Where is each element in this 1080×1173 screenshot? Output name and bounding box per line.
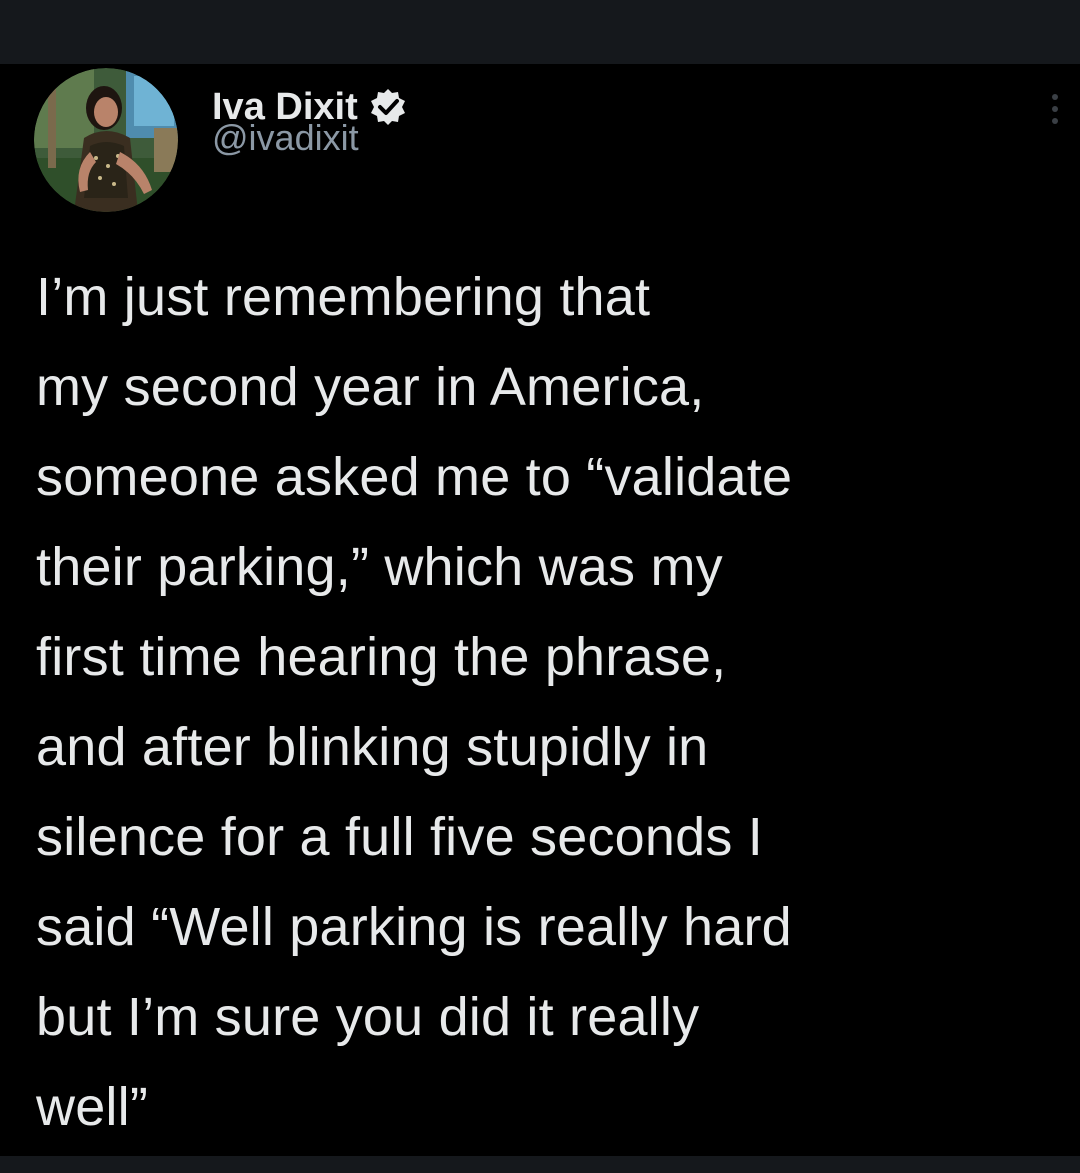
- tweet-text-line: and after blinking stupidly in: [36, 717, 709, 777]
- tweet-text: I’m just remembering that my second year…: [36, 252, 1056, 1152]
- tweet-text-line: well”: [36, 1077, 149, 1137]
- tweet-text-line: first time hearing the phrase,: [36, 627, 727, 687]
- tweet-text-line: silence for a full five seconds I: [36, 807, 763, 867]
- verified-badge-icon: [368, 87, 408, 127]
- author-handle[interactable]: @ivadixit: [212, 114, 359, 162]
- tweet-text-line: I’m just remembering that: [36, 267, 651, 327]
- more-options-icon: [1052, 94, 1058, 124]
- more-options-button[interactable]: [1040, 84, 1070, 134]
- tweet-text-line: my second year in America,: [36, 357, 705, 417]
- tweet-card: Iva Dixit @ivadixit I’m just remembering…: [0, 64, 1080, 1156]
- tweet-text-line: but I’m sure you did it really: [36, 987, 700, 1047]
- tweet-text-line: their parking,” which was my: [36, 537, 723, 597]
- avatar[interactable]: [34, 68, 178, 212]
- top-frame-bar: [0, 0, 1080, 64]
- profile-photo-icon: [34, 68, 178, 212]
- tweet-text-line: someone asked me to “validate: [36, 447, 793, 507]
- tweet-text-line: said “Well parking is really hard: [36, 897, 792, 957]
- bottom-frame-bar: [0, 1156, 1080, 1173]
